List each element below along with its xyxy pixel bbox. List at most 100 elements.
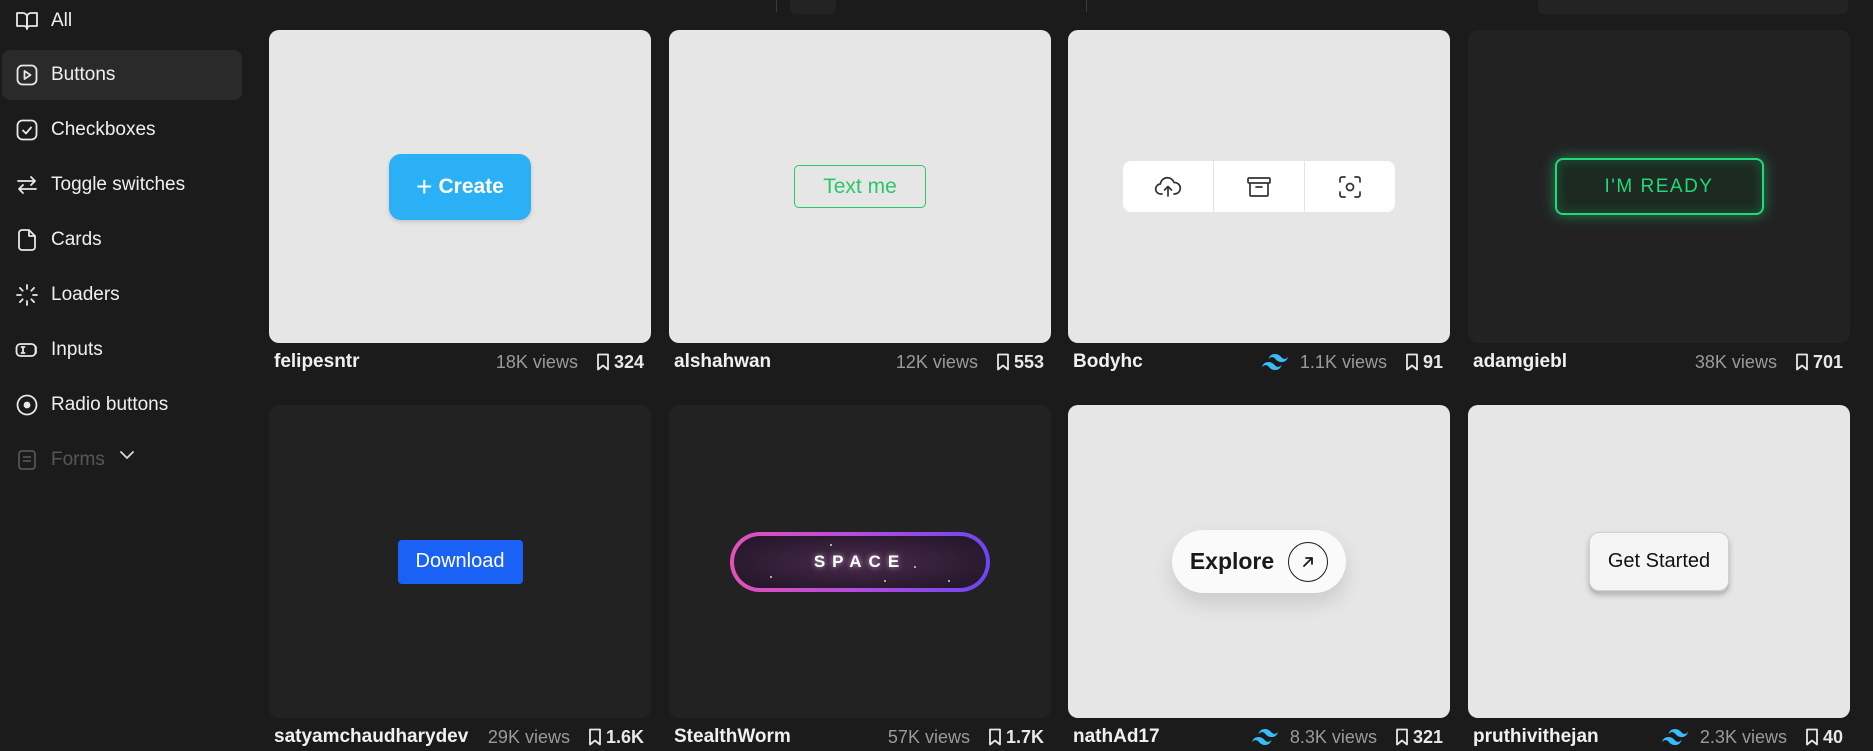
loader-icon [15, 283, 39, 307]
file-icon [15, 228, 39, 252]
card-views: 57K views [887, 726, 970, 747]
archive-button[interactable] [1214, 161, 1305, 212]
component-card[interactable]: Explore [1068, 405, 1450, 718]
sidebar-item-label: Radio buttons [51, 394, 169, 415]
toolbar-pill[interactable] [790, 0, 836, 14]
star-sparkle [948, 579, 950, 582]
create-button-demo[interactable]: + Create [389, 153, 531, 220]
card-views: 8.3K views [1289, 726, 1377, 747]
bookmark-icon [597, 353, 609, 371]
bookmark-button[interactable]: 40 [1805, 727, 1843, 748]
arrow-up-right-icon [1288, 541, 1329, 582]
star-sparkle [884, 579, 886, 582]
play-square-icon [15, 63, 39, 87]
card-views: 38K views [1694, 351, 1777, 372]
download-button-demo[interactable]: Download [397, 539, 523, 584]
component-card[interactable]: I'M READY [1468, 30, 1850, 343]
plus-icon: + [416, 170, 433, 202]
bookmark-button[interactable]: 553 [996, 352, 1044, 373]
card-author[interactable]: nathAd17 [1073, 726, 1160, 748]
sidebar-item-cards[interactable]: Cards [2, 215, 242, 265]
card-author[interactable]: satyamchaudharydev [274, 726, 468, 748]
arrows-swap-icon [15, 173, 39, 197]
screenshot-button[interactable] [1305, 161, 1395, 212]
star-sparkle [770, 575, 772, 578]
bookmark-count: 324 [613, 351, 644, 372]
bookmark-button[interactable]: 701 [1795, 352, 1843, 373]
sidebar-item-label: Buttons [51, 64, 116, 85]
sidebar-item-label: Checkboxes [51, 119, 156, 140]
sidebar-item-label: Cards [51, 229, 102, 250]
card-views: 2.3K views [1699, 726, 1787, 747]
star-sparkle [914, 565, 916, 568]
sidebar-item-inputs[interactable]: Inputs [2, 325, 242, 375]
card-author[interactable]: adamgiebl [1473, 351, 1567, 373]
toolbar-divider [776, 0, 777, 12]
sidebar-item-forms[interactable]: Forms [2, 435, 242, 485]
bookmark-button[interactable]: 91 [1405, 352, 1443, 373]
card-preview: I'M READY [1468, 30, 1850, 343]
sidebar-item-label: Forms [51, 449, 105, 470]
card-meta: Bodyhc 1.1K views 91 [1068, 348, 1450, 376]
upload-button[interactable] [1123, 161, 1214, 212]
card-author[interactable]: pruthivithejan [1473, 726, 1599, 748]
component-card[interactable]: Text me [669, 30, 1051, 343]
card-author[interactable]: alshahwan [674, 351, 771, 373]
component-card[interactable]: Get Started [1468, 405, 1850, 718]
card-meta: alshahwan 12K views 553 [669, 348, 1051, 376]
bookmark-count: 91 [1422, 351, 1443, 372]
bookmark-icon [1406, 353, 1418, 371]
top-toolbar-remnant [260, 0, 1873, 16]
card-meta: nathAd17 8.3K views 321 [1068, 723, 1450, 751]
card-preview: SPACE [669, 405, 1051, 718]
card-meta: pruthivithejan 2.3K views 40 [1468, 723, 1850, 751]
sidebar-item-loaders[interactable]: Loaders [2, 270, 242, 320]
chevron-down-icon[interactable] [119, 447, 135, 465]
bookmark-count: 701 [1812, 351, 1843, 372]
bookmark-icon [1396, 728, 1408, 746]
bookmark-button[interactable]: 1.7K [988, 727, 1044, 748]
demo-label: Explore [1189, 548, 1275, 574]
space-button-demo[interactable]: SPACE [730, 531, 990, 592]
card-meta: StealthWorm 57K views 1.7K [669, 723, 1051, 751]
component-card[interactable] [1068, 30, 1450, 343]
sidebar-item-buttons[interactable]: Buttons [2, 50, 242, 100]
demo-label: SPACE [813, 551, 907, 571]
card-preview: + Create [269, 30, 651, 343]
card-author[interactable]: Bodyhc [1073, 351, 1143, 373]
component-card[interactable]: SPACE [669, 405, 1051, 718]
sidebar: All Buttons Checkboxes Toggle switches C… [0, 0, 250, 751]
sidebar-item-all[interactable]: All [2, 0, 242, 46]
card-author[interactable]: felipesntr [274, 351, 360, 373]
search-box-remnant[interactable] [1538, 0, 1848, 14]
bookmark-icon [1806, 728, 1818, 746]
explore-button-demo[interactable]: Explore [1172, 530, 1346, 593]
tailwind-icon [1661, 729, 1688, 745]
form-icon [15, 448, 39, 472]
im-ready-button-demo[interactable]: I'M READY [1554, 158, 1764, 215]
component-card[interactable]: + Create [269, 30, 651, 343]
tailwind-icon [1261, 354, 1288, 370]
input-icon [15, 338, 39, 362]
card-author[interactable]: StealthWorm [674, 726, 791, 748]
space-button-inner: SPACE [734, 535, 986, 588]
get-started-button-demo[interactable]: Get Started [1589, 532, 1729, 591]
sidebar-item-radio-buttons[interactable]: Radio buttons [2, 380, 242, 430]
card-views: 29K views [487, 726, 570, 747]
bookmark-button[interactable]: 1.6K [588, 727, 644, 748]
check-square-icon [15, 118, 39, 142]
sidebar-item-checkboxes[interactable]: Checkboxes [2, 105, 242, 155]
text-me-button-demo[interactable]: Text me [794, 165, 926, 208]
tailwind-icon [1251, 729, 1278, 745]
bookmark-button[interactable]: 324 [596, 352, 644, 373]
bookmark-button[interactable]: 321 [1395, 727, 1443, 748]
component-card[interactable]: Download [269, 405, 651, 718]
bookmark-count: 40 [1822, 726, 1843, 747]
bookmark-count: 321 [1412, 726, 1443, 747]
star-sparkle [830, 543, 832, 546]
sidebar-item-toggle-switches[interactable]: Toggle switches [2, 160, 242, 210]
toolbar-divider [1086, 0, 1087, 12]
bookmark-icon [589, 728, 601, 746]
book-open-icon [15, 9, 39, 33]
bookmark-count: 1.7K [1005, 726, 1044, 747]
